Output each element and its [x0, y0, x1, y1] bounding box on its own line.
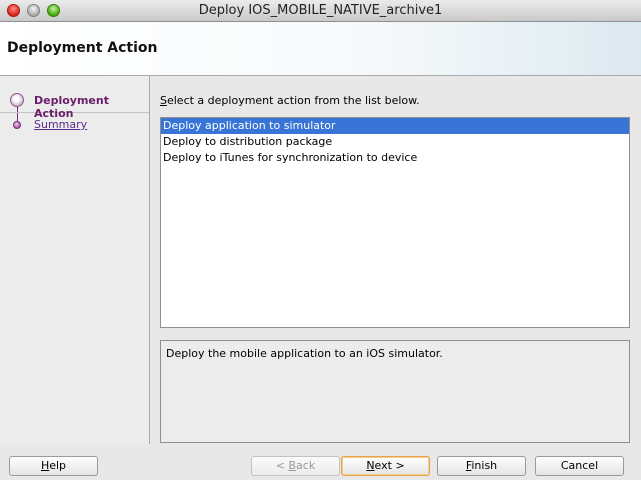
- description-box: Deploy the mobile application to an iOS …: [160, 340, 630, 443]
- instruction-label: Select a deployment action from the list…: [160, 94, 420, 107]
- help-button[interactable]: Help: [9, 456, 98, 476]
- deployment-action-list[interactable]: Deploy application to simulator Deploy t…: [160, 117, 630, 328]
- cancel-button[interactable]: Cancel: [535, 456, 624, 476]
- page-title: Deployment Action: [7, 40, 158, 56]
- step-label[interactable]: Summary: [34, 118, 87, 131]
- list-item[interactable]: Deploy to iTunes for synchronization to …: [161, 150, 629, 166]
- finish-button[interactable]: Finish: [437, 456, 526, 476]
- wizard-header: Deployment Action: [0, 22, 641, 76]
- window-title: Deploy IOS_MOBILE_NATIVE_archive1: [198, 3, 443, 18]
- wizard-steps-panel: Deployment Action Summary: [0, 76, 150, 444]
- step-summary[interactable]: Summary: [0, 114, 149, 136]
- back-button[interactable]: < Back: [251, 456, 340, 476]
- list-item[interactable]: Deploy application to simulator: [161, 118, 629, 134]
- list-item[interactable]: Deploy to distribution package: [161, 134, 629, 150]
- step-deployment-action[interactable]: Deployment Action: [0, 90, 149, 120]
- step-indicator-icon: [13, 121, 21, 129]
- step-indicator-icon: [10, 93, 24, 107]
- window-titlebar[interactable]: Deploy IOS_MOBILE_NATIVE_archive1: [0, 0, 641, 22]
- next-button[interactable]: Next >: [341, 456, 430, 476]
- description-text: Deploy the mobile application to an iOS …: [166, 347, 443, 360]
